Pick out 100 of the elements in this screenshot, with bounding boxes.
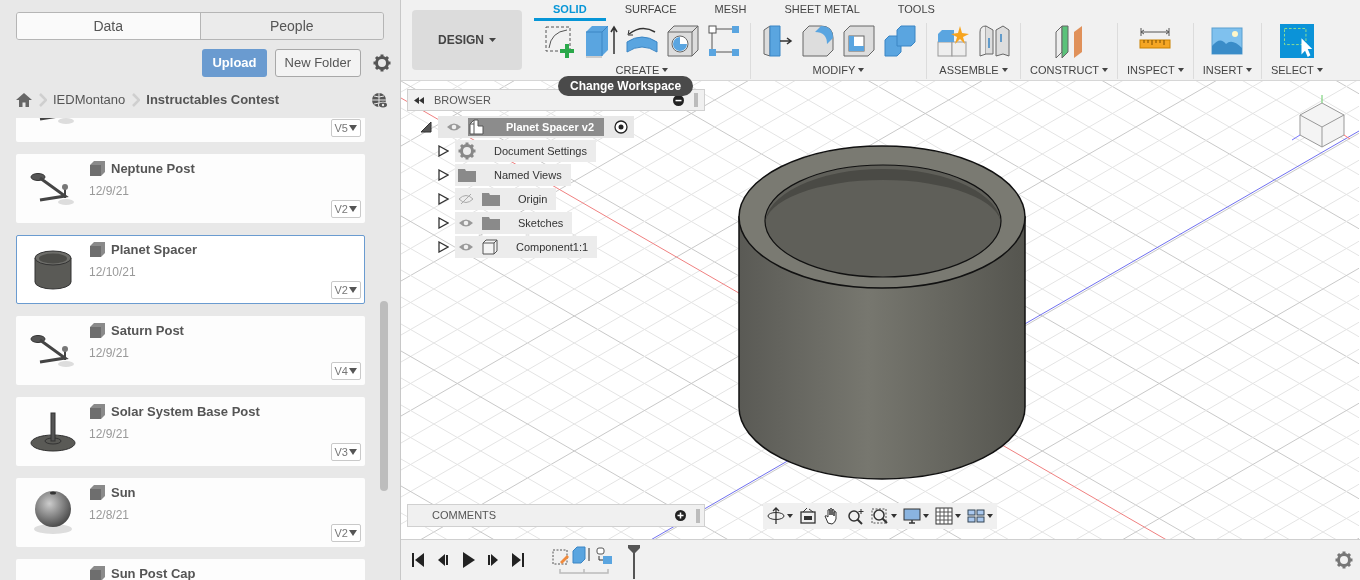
ribbon-tab[interactable]: MESH — [695, 0, 766, 21]
file-card[interactable]: Neptune Post 12/9/21 V2 — [16, 154, 365, 223]
globe-eye-icon[interactable] — [371, 91, 388, 109]
file-date: 12/10/21 — [89, 263, 137, 281]
group-menu-button[interactable]: INSPECT — [1127, 62, 1184, 79]
extrude-icon[interactable] — [584, 24, 618, 58]
folder-icon — [482, 216, 500, 230]
tree-item[interactable]: Named Views — [455, 164, 571, 186]
group-menu-button[interactable]: MODIFY — [812, 62, 865, 79]
file-date: 12/9/21 — [89, 425, 131, 443]
model-thumbnail-drawing — [30, 411, 76, 452]
look-at-icon[interactable] — [799, 507, 817, 525]
file-card[interactable]: Sun 12/8/21 V2 — [16, 478, 365, 547]
tree-item[interactable]: Origin — [455, 188, 557, 210]
file-name: Neptune Post — [111, 160, 195, 178]
resize-handle-icon[interactable] — [696, 508, 700, 523]
version-dropdown[interactable]: V4 — [330, 362, 361, 380]
group-menu-button[interactable]: INSERT — [1202, 62, 1252, 79]
group-menu-button[interactable]: ASSEMBLE — [939, 62, 1008, 79]
panel-tab[interactable]: Data — [17, 13, 200, 39]
caret-icon[interactable] — [787, 514, 793, 518]
hole-icon[interactable] — [666, 24, 700, 58]
resize-handle-icon[interactable] — [694, 93, 698, 107]
activate-radio-icon[interactable] — [614, 120, 629, 134]
fit-icon[interactable] — [871, 507, 889, 525]
pattern-icon[interactable] — [707, 24, 741, 58]
expand-arrow-icon[interactable] — [438, 193, 449, 205]
version-dropdown[interactable]: V2 — [330, 281, 361, 299]
tree-item[interactable]: Component1:1 — [455, 236, 598, 258]
display-icon[interactable] — [903, 507, 921, 525]
shell-icon[interactable] — [842, 24, 876, 58]
file-name: Planet Spacer — [111, 241, 197, 259]
combine-icon[interactable] — [883, 24, 917, 58]
ribbon-tab[interactable]: TOOLS — [878, 0, 954, 21]
cube-icon — [89, 484, 106, 502]
caret-icon — [1177, 68, 1184, 73]
group-menu-button[interactable]: CONSTRUCT — [1030, 62, 1109, 79]
play-icon[interactable] — [462, 552, 475, 568]
expand-arrow-icon[interactable] — [438, 145, 449, 157]
version-dropdown[interactable]: V3 — [330, 443, 361, 461]
file-card[interactable]: Planet Spacer 12/10/21 V2 — [16, 235, 365, 304]
caret-icon[interactable] — [955, 514, 961, 518]
first-frame-icon[interactable] — [412, 552, 425, 568]
file-date: 12/9/21 — [89, 182, 131, 200]
file-card[interactable]: Solar System Base Post 12/9/21 V3 — [16, 397, 365, 466]
caret-icon[interactable] — [923, 514, 929, 518]
version-dropdown[interactable]: V2 — [330, 200, 361, 218]
file-card[interactable]: V5 — [16, 118, 365, 142]
version-dropdown[interactable]: V5 — [330, 119, 361, 137]
caret-icon — [1102, 68, 1109, 73]
step-forward-icon[interactable] — [487, 552, 500, 568]
expand-arrow-icon[interactable] — [438, 241, 449, 253]
timeline-marker-icon[interactable] — [627, 545, 641, 579]
settings-icon[interactable] — [1335, 551, 1353, 569]
caret-icon — [1316, 68, 1323, 73]
scrollbar-thumb[interactable] — [380, 301, 388, 491]
step-back-icon[interactable] — [437, 552, 450, 568]
workspace-dropdown[interactable]: DESIGN — [412, 10, 522, 70]
settings-icon — [458, 142, 476, 160]
version-dropdown[interactable]: V2 — [330, 524, 361, 542]
tooltip: Change Workspace — [558, 76, 694, 96]
caret-icon[interactable] — [987, 514, 993, 518]
file-name: Sun Post Cap — [111, 565, 196, 580]
home-icon[interactable] — [16, 93, 32, 107]
joint-icon[interactable] — [977, 24, 1011, 58]
selection-icon[interactable] — [1279, 24, 1314, 58]
cube-icon — [89, 403, 106, 421]
zoom-icon[interactable] — [847, 507, 865, 525]
chevron-icon — [131, 93, 141, 107]
caret-icon[interactable] — [891, 514, 897, 518]
settings-icon[interactable] — [373, 54, 391, 72]
tree-item[interactable]: Sketches — [455, 212, 573, 234]
breadcrumb-link[interactable]: IEDMontano — [53, 90, 126, 110]
add-icon[interactable] — [675, 510, 686, 521]
press-pull-icon[interactable] — [760, 24, 794, 58]
file-card[interactable]: Saturn Post 12/9/21 V4 — [16, 316, 365, 385]
expand-arrow-icon[interactable] — [438, 169, 449, 181]
collapse-icon[interactable] — [414, 96, 424, 104]
new-folder-button[interactable]: New Folder — [274, 49, 361, 77]
caret-icon — [349, 287, 357, 293]
orbit-icon[interactable] — [767, 507, 785, 525]
file-name: Solar System Base Post — [111, 403, 260, 421]
image-icon[interactable] — [1210, 24, 1245, 58]
collapse-arrow-icon[interactable] — [421, 121, 432, 133]
viewports-icon[interactable] — [967, 507, 985, 525]
caret-icon — [349, 530, 357, 536]
tree-item[interactable]: Document Settings — [455, 140, 596, 162]
file-date: 12/8/21 — [89, 506, 131, 524]
ribbon-tab[interactable]: SURFACE — [605, 0, 696, 21]
group-menu-button[interactable]: CREATE — [615, 62, 669, 79]
ribbon-tab[interactable]: SHEET METAL — [765, 0, 879, 21]
file-card[interactable]: Sun Post Cap — [16, 559, 365, 580]
group-menu-button[interactable]: SELECT — [1270, 62, 1323, 79]
grid-icon[interactable] — [935, 507, 953, 525]
model-thumbnail-drawing — [30, 333, 76, 368]
breadcrumb-link[interactable]: Instructables Contest — [146, 90, 280, 110]
panel-tab[interactable]: People — [199, 13, 383, 39]
sketch-icon[interactable] — [543, 24, 577, 58]
expand-arrow-icon[interactable] — [438, 217, 449, 229]
last-frame-icon[interactable] — [512, 552, 525, 568]
